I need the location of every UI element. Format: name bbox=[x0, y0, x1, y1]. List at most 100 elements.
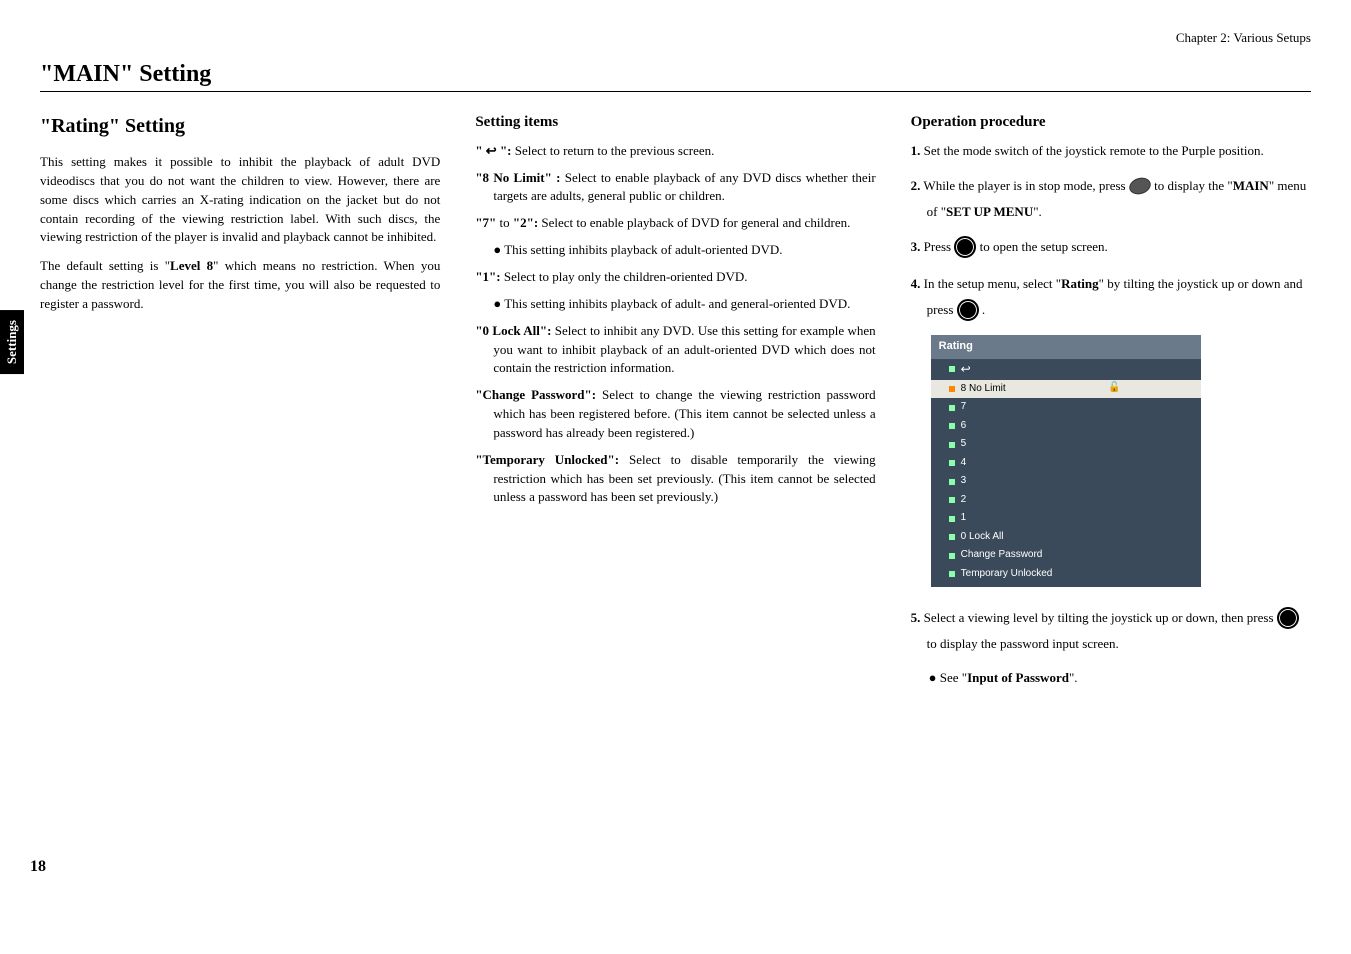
menu-row-7: 7 bbox=[931, 398, 1201, 417]
item-back: " ↩ ": Select to return to the previous … bbox=[493, 142, 875, 161]
page-number: 18 bbox=[30, 858, 46, 876]
text: In the setup menu, select " bbox=[920, 276, 1061, 291]
column-3: Operation procedure 1. Set the mode swit… bbox=[911, 112, 1311, 696]
text: to bbox=[500, 215, 510, 230]
menu-title: Rating bbox=[931, 335, 1201, 359]
text: . bbox=[982, 302, 985, 317]
bullet-icon bbox=[949, 386, 955, 392]
text: Select to return to the previous screen. bbox=[511, 143, 714, 158]
text: 0 Lock All bbox=[961, 530, 1004, 545]
column-1: "Rating" Setting This setting makes it p… bbox=[40, 112, 440, 696]
bullet-icon bbox=[949, 516, 955, 522]
bullet-icon bbox=[949, 479, 955, 485]
setup-menu-bold: SET UP MENU bbox=[946, 204, 1033, 219]
step-3: 3. Press to open the setup screen. bbox=[927, 237, 1311, 259]
step-num: 5. bbox=[911, 610, 921, 625]
rating-setting-title: "Rating" Setting bbox=[40, 112, 440, 141]
text: While the player is in stop mode, press bbox=[920, 178, 1128, 193]
bullet-icon bbox=[949, 571, 955, 577]
label: "1": bbox=[475, 269, 500, 284]
bullet-icon bbox=[949, 442, 955, 448]
text: 1 bbox=[961, 511, 967, 526]
text: Select to inhibit any DVD. Use this sett… bbox=[493, 323, 875, 376]
back-arrow-icon: ↩ bbox=[961, 361, 971, 378]
menu-row-8-no-limit: 8 No Limit 🔓 bbox=[931, 380, 1201, 399]
text: 5 bbox=[961, 437, 967, 452]
rating-bold: Rating bbox=[1061, 276, 1099, 291]
enter-button-icon bbox=[1277, 607, 1299, 629]
menu-row-change-password: Change Password bbox=[931, 546, 1201, 565]
text: 8 No Limit bbox=[961, 382, 1006, 397]
text: Set the mode switch of the joystick remo… bbox=[920, 143, 1263, 158]
text: 2 bbox=[961, 493, 967, 508]
setting-items-title: Setting items bbox=[475, 112, 875, 134]
text: to open the setup screen. bbox=[980, 239, 1108, 254]
label: "0 Lock All": bbox=[475, 323, 551, 338]
bullet-icon bbox=[949, 553, 955, 559]
side-tab: Settings bbox=[0, 310, 24, 374]
enter-button-icon bbox=[957, 299, 979, 321]
step-2: 2. While the player is in stop mode, pre… bbox=[927, 173, 1311, 225]
main-setting-title: "MAIN" Setting bbox=[40, 61, 1311, 88]
text: Press bbox=[920, 239, 954, 254]
label: "7" bbox=[475, 215, 499, 230]
enter-button-icon bbox=[954, 236, 976, 258]
bullet-icon bbox=[949, 423, 955, 429]
item-change-password: "Change Password": Select to change the … bbox=[493, 386, 875, 443]
input-password-bold: Input of Password bbox=[967, 670, 1069, 685]
menu-row-3: 3 bbox=[931, 472, 1201, 491]
label: "Change Password": bbox=[475, 387, 596, 402]
text: Change Password bbox=[961, 548, 1043, 563]
text: Temporary Unlocked bbox=[961, 567, 1053, 582]
label: " ↩ ": bbox=[475, 143, 511, 158]
step-num: 2. bbox=[911, 178, 921, 193]
operation-procedure-title: Operation procedure bbox=[911, 112, 1311, 134]
text: ". bbox=[1069, 670, 1078, 685]
text: to display the password input screen. bbox=[927, 636, 1119, 651]
text: The default setting is " bbox=[40, 258, 170, 273]
label: "8 No Limit" : bbox=[475, 170, 560, 185]
menu-row-0-lock-all: 0 Lock All bbox=[931, 528, 1201, 547]
item-8-no-limit: "8 No Limit" : Select to enable playback… bbox=[493, 169, 875, 207]
text: 7 bbox=[961, 400, 967, 415]
content-columns: "Rating" Setting This setting makes it p… bbox=[40, 112, 1311, 696]
text: Select a viewing level by tilting the jo… bbox=[920, 610, 1276, 625]
menu-row-temp-unlocked: Temporary Unlocked bbox=[931, 565, 1201, 584]
bullet-icon bbox=[949, 405, 955, 411]
text: 4 bbox=[961, 456, 967, 471]
step-4: 4. In the setup menu, select "Rating" by… bbox=[927, 271, 1311, 323]
bullet-icon bbox=[949, 497, 955, 503]
menu-row-2: 2 bbox=[931, 491, 1201, 510]
rating-menu-screenshot: Rating ↩ 8 No Limit 🔓 7 6 5 4 3 2 1 0 Loc… bbox=[931, 335, 1201, 588]
bullet-icon bbox=[949, 460, 955, 466]
set-up-button-icon bbox=[1127, 175, 1153, 197]
bullet-icon bbox=[949, 366, 955, 372]
title-rule bbox=[40, 91, 1311, 92]
chapter-header: Chapter 2: Various Setups bbox=[40, 30, 1311, 46]
column-2: Setting items " ↩ ": Select to return to… bbox=[475, 112, 875, 696]
item-1-bullet: ● This setting inhibits playback of adul… bbox=[505, 295, 875, 314]
item-7-to-2-bullet: ● This setting inhibits playback of adul… bbox=[505, 241, 875, 260]
menu-row-6: 6 bbox=[931, 417, 1201, 436]
menu-row-5: 5 bbox=[931, 435, 1201, 454]
rating-intro-p1: This setting makes it possible to inhibi… bbox=[40, 153, 440, 247]
text: 3 bbox=[961, 474, 967, 489]
label: "Temporary Unlocked": bbox=[475, 452, 619, 467]
label: "2": bbox=[510, 215, 539, 230]
step-num: 1. bbox=[911, 143, 921, 158]
lock-icon: 🔓 bbox=[1108, 381, 1120, 396]
item-0-lock-all: "0 Lock All": Select to inhibit any DVD.… bbox=[493, 322, 875, 379]
item-1: "1": Select to play only the children-or… bbox=[493, 268, 875, 287]
text: Select to play only the children-oriente… bbox=[501, 269, 748, 284]
main-bold: MAIN bbox=[1233, 178, 1269, 193]
text: 6 bbox=[961, 419, 967, 434]
text: Select to enable playback of DVD for gen… bbox=[538, 215, 850, 230]
step-5-bullet: ● See "Input of Password". bbox=[941, 669, 1311, 688]
level8-bold: Level 8 bbox=[170, 258, 213, 273]
bullet-icon bbox=[949, 534, 955, 540]
step-num: 3. bbox=[911, 239, 921, 254]
text: to display the " bbox=[1154, 178, 1233, 193]
step-1: 1. Set the mode switch of the joystick r… bbox=[927, 142, 1311, 161]
item-temp-unlocked: "Temporary Unlocked": Select to disable … bbox=[493, 451, 875, 508]
step-5: 5. Select a viewing level by tilting the… bbox=[927, 605, 1311, 657]
